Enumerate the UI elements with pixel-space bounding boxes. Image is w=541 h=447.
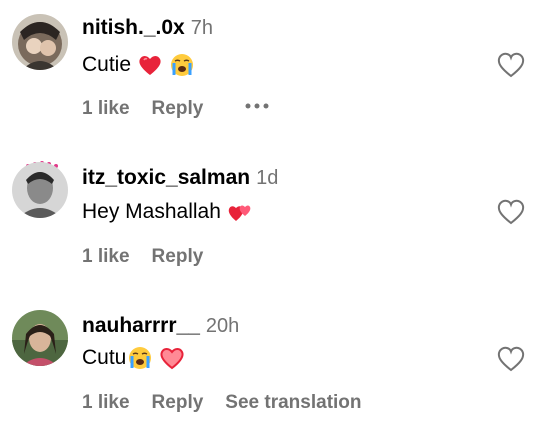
avatar[interactable] xyxy=(12,162,68,218)
timestamp: 20h xyxy=(205,315,240,337)
loudly-crying-face-emoji xyxy=(127,345,153,371)
timestamp: 1d xyxy=(256,167,279,189)
likes-count[interactable]: 1 like xyxy=(82,392,130,414)
loudly-crying-face-emoji xyxy=(169,52,195,78)
comment-text: Cutu xyxy=(82,344,185,372)
reply-button[interactable]: Reply xyxy=(152,392,204,414)
comment-item: nitish._.0x 7h Cutie 1 like Reply xyxy=(0,0,541,147)
comment-actions: 1 like Reply xyxy=(82,96,225,122)
comment-body: Cutie xyxy=(82,53,132,76)
username[interactable]: itz_toxic_salman xyxy=(82,166,250,190)
avatar[interactable] xyxy=(12,310,68,366)
heart-outline-icon[interactable] xyxy=(496,197,526,227)
red-heart-emoji xyxy=(137,52,163,78)
comment-actions: 1 like Reply xyxy=(82,244,225,270)
comment-item: nauharrrr__ 20h Cutu 1 like Reply See tr… xyxy=(0,300,541,447)
two-hearts-emoji xyxy=(227,199,253,225)
likes-count[interactable]: 1 like xyxy=(82,246,130,268)
username[interactable]: nauharrrr__ xyxy=(82,314,200,338)
likes-count[interactable]: 1 like xyxy=(82,98,130,120)
heart-outline-icon[interactable] xyxy=(496,344,526,374)
comment-body: Hey Mashallah xyxy=(82,200,221,223)
heart-emoji xyxy=(159,345,185,371)
see-translation-button[interactable]: See translation xyxy=(225,392,361,414)
comment-body: Cutu xyxy=(82,346,127,369)
comment-text: Hey Mashallah xyxy=(82,198,253,226)
heart-outline-icon[interactable] xyxy=(496,50,526,80)
reply-button[interactable]: Reply xyxy=(152,98,204,120)
comment-text: Cutie xyxy=(82,51,195,79)
comment-item: itz_toxic_salman 1d Hey Mashallah 1 like… xyxy=(0,150,541,297)
comment-header: nauharrrr__ 20h xyxy=(82,314,239,344)
timestamp: 7h xyxy=(190,17,213,39)
username[interactable]: nitish._.0x xyxy=(82,16,185,40)
comment-header: nitish._.0x 7h xyxy=(82,16,213,46)
more-options-icon[interactable] xyxy=(242,96,272,116)
avatar[interactable] xyxy=(12,14,68,70)
comment-header: itz_toxic_salman 1d xyxy=(82,166,278,196)
comment-actions: 1 like Reply See translation xyxy=(82,390,384,416)
reply-button[interactable]: Reply xyxy=(152,246,204,268)
